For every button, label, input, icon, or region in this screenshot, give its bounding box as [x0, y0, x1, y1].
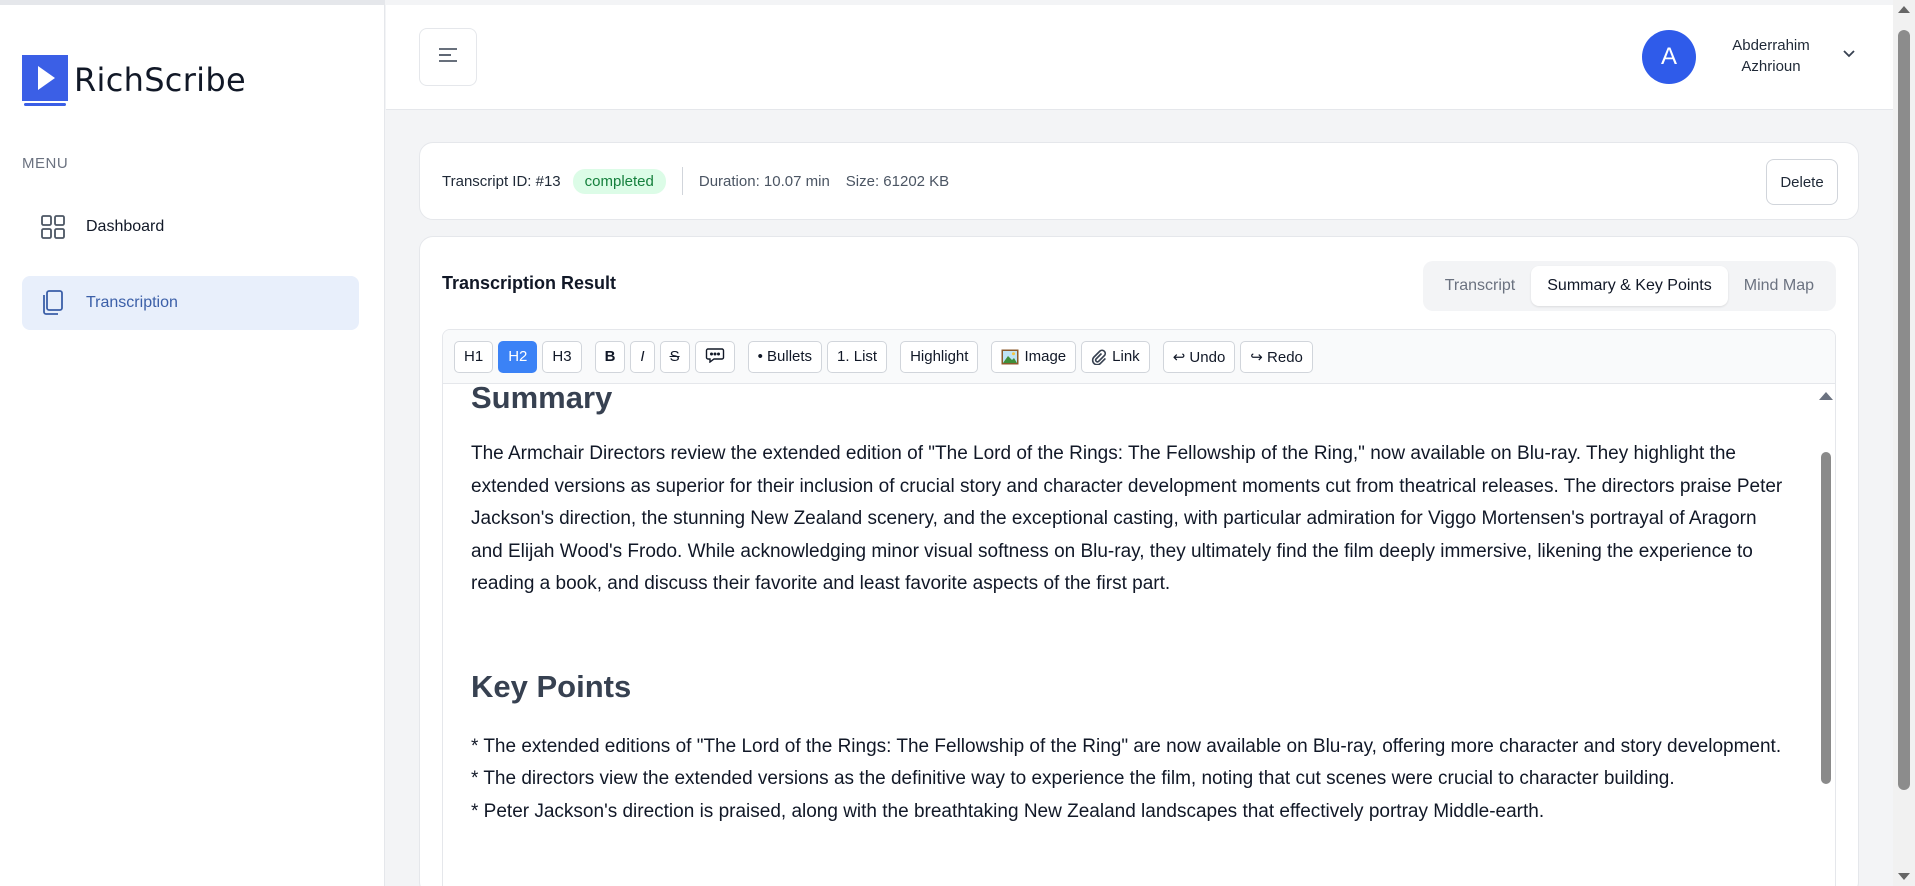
summary-heading: Summary [471, 384, 613, 415]
app-logo[interactable]: RichScribe [22, 55, 246, 106]
brand-name: RichScribe [74, 61, 246, 99]
strikethrough-button[interactable]: S [659, 340, 690, 373]
transcription-result-card: Transcription Result Transcript Summary … [419, 236, 1859, 886]
bullets-button[interactable]: • Bullets [747, 340, 823, 373]
result-tabs: Transcript Summary & Key Points Mind Map [1422, 261, 1836, 311]
summary-paragraph: The Armchair Directors review the extend… [471, 443, 1783, 594]
numbered-list-button[interactable]: 1. List [827, 340, 888, 373]
editor-scroll-thumb[interactable] [1821, 452, 1831, 784]
user-first-name: Abderrahim [1732, 37, 1810, 54]
bold-button[interactable]: B [594, 340, 626, 373]
sidebar-item-label: Dashboard [86, 218, 165, 235]
menu-toggle-button[interactable] [419, 28, 477, 86]
scroll-up-arrow-icon[interactable] [1819, 392, 1833, 400]
key-point-item: * The directors view the extended versio… [471, 768, 1675, 789]
link-button-label: Link [1112, 348, 1140, 365]
duration: Duration: 10.07 min [698, 172, 830, 190]
transcript-id: Transcript ID: #13 [442, 172, 561, 190]
page-scrollbar[interactable] [1893, 0, 1915, 886]
link-button[interactable]: Link [1081, 340, 1150, 373]
speech-bubble-icon [705, 347, 725, 367]
picture-icon [1001, 349, 1019, 365]
divider [681, 167, 683, 195]
key-point-item: * The extended editions of "The Lord of … [471, 735, 1782, 757]
delete-button[interactable]: Delete [1766, 159, 1838, 205]
h2-button[interactable]: H2 [498, 340, 538, 373]
image-button[interactable]: Image [991, 340, 1077, 373]
editor-scrollbar[interactable] [1816, 384, 1835, 886]
tab-mind-map[interactable]: Mind Map [1728, 266, 1830, 306]
menu-label: MENU [22, 155, 69, 172]
italic-button[interactable]: I [630, 340, 655, 373]
scroll-down-arrow-icon[interactable] [1898, 873, 1910, 880]
avatar[interactable]: A [1642, 30, 1696, 84]
tab-transcript[interactable]: Transcript [1429, 266, 1532, 306]
sidebar: RichScribe MENU Dashboard Transcription [0, 0, 385, 886]
hamburger-icon [437, 46, 459, 69]
sidebar-item-transcription[interactable]: Transcription [22, 276, 359, 330]
key-point-item: * Peter Jackson's direction is praised, … [471, 800, 1545, 822]
comment-button[interactable] [694, 340, 735, 373]
highlight-button[interactable]: Highlight [900, 340, 979, 373]
copy-icon [40, 290, 66, 316]
editor-content[interactable]: Summary The Armchair Directors review th… [443, 384, 1813, 886]
result-title: Transcription Result [442, 273, 617, 293]
status-badge: completed [572, 168, 666, 194]
transcript-info-card: Transcript ID: #13 completed Duration: 1… [419, 142, 1859, 220]
sidebar-item-dashboard[interactable]: Dashboard [22, 200, 359, 254]
rich-text-editor: H1 H2 H3 B I S • Bullets 1. List Highlig… [442, 329, 1836, 886]
redo-button[interactable]: ↪ Redo [1240, 340, 1313, 373]
grid-icon [40, 214, 66, 240]
page-scroll-thumb[interactable] [1898, 30, 1910, 790]
top-header: A Abderrahim Azhrioun [386, 5, 1893, 110]
paperclip-icon [1091, 349, 1107, 365]
h1-button[interactable]: H1 [454, 340, 494, 373]
sidebar-item-label: Transcription [86, 294, 178, 311]
key-points-heading: Key Points [471, 668, 632, 704]
h3-button[interactable]: H3 [542, 340, 582, 373]
chevron-down-icon[interactable] [1841, 47, 1857, 65]
file-size: Size: 61202 KB [845, 172, 950, 190]
play-logo-icon [22, 55, 68, 106]
editor-toolbar: H1 H2 H3 B I S • Bullets 1. List Highlig… [443, 330, 1835, 384]
tab-summary-key-points[interactable]: Summary & Key Points [1531, 266, 1728, 306]
user-name[interactable]: Abderrahim Azhrioun [1716, 35, 1826, 77]
image-button-label: Image [1024, 348, 1067, 365]
undo-button[interactable]: ↩ Undo [1162, 340, 1236, 373]
user-last-name: Azhrioun [1741, 58, 1801, 75]
scroll-up-arrow-icon[interactable] [1898, 6, 1910, 13]
